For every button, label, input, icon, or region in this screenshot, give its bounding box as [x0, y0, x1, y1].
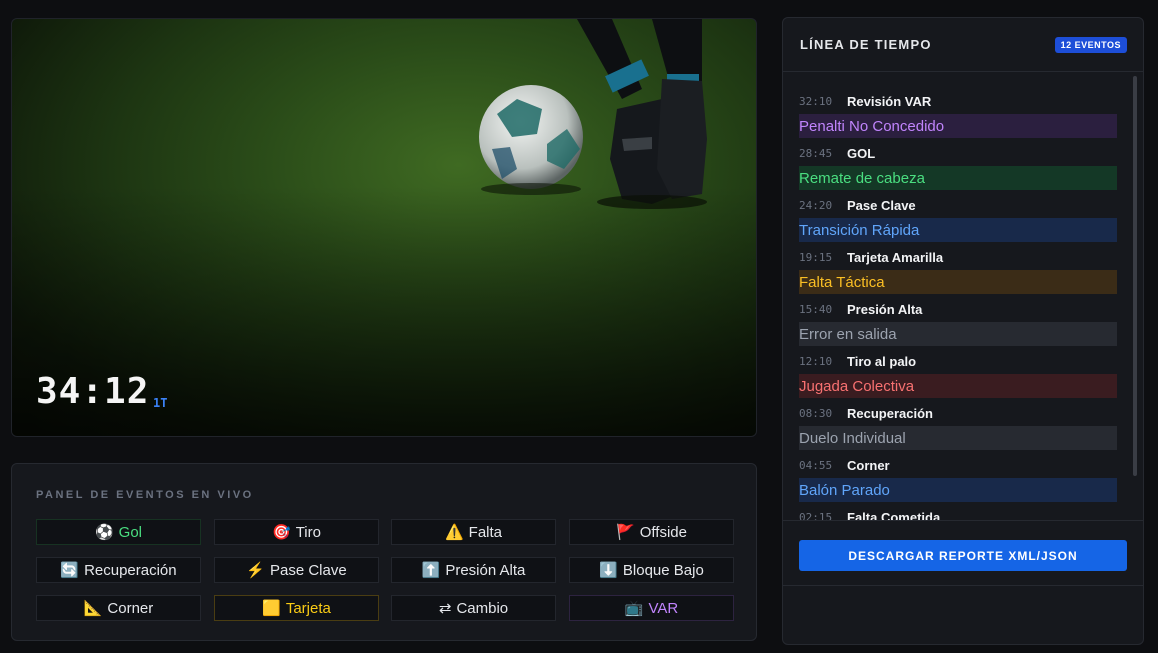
event-button-label: Tiro [295, 523, 321, 541]
event-tag: Penalti No Concedido [799, 114, 1117, 138]
timeline-event[interactable]: 12:10 Tiro al palo [799, 348, 1117, 374]
event-name: Recuperación [847, 405, 933, 421]
event-name: Tiro al palo [847, 353, 917, 369]
timeline-event[interactable]: 08:30 Recuperación [799, 400, 1117, 426]
timeline-event[interactable]: 19:15 Tarjeta Amarilla [799, 244, 1117, 270]
event-time: 08:30 [799, 406, 833, 420]
event-time: 19:15 [799, 250, 833, 264]
event-time: 24:20 [799, 198, 833, 212]
event-time: 32:10 [799, 94, 833, 108]
video-player[interactable]: 34:12 1T [11, 18, 757, 437]
event-tag: Error en salida [799, 322, 1117, 346]
refresh-icon: 🔄 [60, 562, 80, 579]
event-time: 12:10 [799, 354, 833, 368]
timeline-event[interactable]: 32:10 Revisión VAR [799, 88, 1117, 114]
arrow-up-icon: ⬆️ [421, 562, 441, 579]
timeline-footer: DESCARGAR REPORTE XML/JSON [783, 520, 1143, 586]
event-time: 28:45 [799, 146, 833, 160]
event-button-label: Pase Clave [269, 561, 347, 579]
lightning-icon: ⚡ [246, 562, 265, 579]
tv-icon: 📺 [624, 600, 644, 617]
timeline-event[interactable]: 28:45 GOL [799, 140, 1117, 166]
event-button-pase-clave[interactable]: ⚡ Pase Clave [214, 557, 379, 583]
event-button-label: Falta [468, 523, 503, 541]
timeline-event[interactable]: 24:20 Pase Clave [799, 192, 1117, 218]
match-half-label: 1T [153, 396, 168, 410]
event-tag: Falta Táctica [799, 270, 1117, 294]
event-button-bloque-bajo[interactable]: ⬇️ Bloque Bajo [569, 557, 734, 583]
swap-icon: ⇄ [438, 600, 452, 617]
event-button-label: Recuperación [84, 561, 177, 579]
yellow-card-icon: 🟨 [262, 600, 281, 617]
event-button-label: Presión Alta [445, 561, 526, 579]
triangle-ruler-icon: 📐 [83, 600, 103, 617]
event-button-recuperacion[interactable]: 🔄 Recuperación [36, 557, 201, 583]
event-time: 15:40 [799, 302, 833, 316]
event-name: Revisión VAR [847, 93, 932, 109]
timeline-scrollbar[interactable] [1133, 76, 1137, 476]
timeline-header: LÍNEA DE TIEMPO 12 EVENTOS [783, 18, 1143, 72]
timeline-event[interactable]: 04:55 Corner [799, 452, 1117, 478]
event-tag: Duelo Individual [799, 426, 1117, 450]
timeline-title: LÍNEA DE TIEMPO [800, 37, 932, 52]
event-name: Tarjeta Amarilla [847, 249, 944, 265]
timeline-event[interactable]: 02:15 Falta Cometida [799, 504, 1117, 521]
event-button-var[interactable]: 📺 VAR [569, 595, 734, 621]
event-button-tiro[interactable]: 🎯 Tiro [214, 519, 379, 545]
event-button-cambio[interactable]: ⇄ Cambio [391, 595, 556, 621]
event-button-label: Corner [107, 599, 154, 617]
download-report-button[interactable]: DESCARGAR REPORTE XML/JSON [799, 540, 1127, 571]
flag-icon: 🚩 [616, 524, 635, 541]
event-tag: Remate de cabeza [799, 166, 1117, 190]
event-name: Presión Alta [847, 301, 923, 317]
match-clock: 34:12 [36, 371, 150, 412]
timeline-event[interactable]: 15:40 Presión Alta [799, 296, 1117, 322]
arrow-down-icon: ⬇️ [599, 562, 618, 579]
event-button-label: Offside [639, 523, 687, 541]
live-events-panel: PANEL DE EVENTOS EN VIVO ⚽ Gol 🎯 Tiro ⚠️… [11, 463, 757, 641]
event-button-presion-alta[interactable]: ⬆️ Presión Alta [391, 557, 556, 583]
event-button-gol[interactable]: ⚽ Gol [36, 519, 201, 545]
event-name: Pase Clave [847, 197, 916, 213]
timeline-list[interactable]: 32:10 Revisión VAR Penalti No Concedido … [799, 88, 1117, 520]
event-button-label: Tarjeta [285, 599, 331, 617]
event-name: GOL [847, 145, 876, 161]
event-tag: Transición Rápida [799, 218, 1117, 242]
event-time: 02:15 [799, 510, 833, 521]
event-time: 04:55 [799, 458, 833, 472]
event-name: Corner [847, 457, 890, 473]
event-button-label: Gol [118, 523, 143, 541]
event-button-label: Cambio [456, 599, 509, 617]
event-button-tarjeta[interactable]: 🟨 Tarjeta [214, 595, 379, 621]
event-name: Falta Cometida [847, 509, 941, 521]
event-count-badge: 12 EVENTOS [1054, 37, 1127, 53]
event-tag: Jugada Colectiva [799, 374, 1117, 398]
panel-title: PANEL DE EVENTOS EN VIVO [36, 489, 254, 501]
event-button-falta[interactable]: ⚠️ Falta [391, 519, 556, 545]
event-button-label: Bloque Bajo [622, 561, 704, 579]
timeline-panel: LÍNEA DE TIEMPO 12 EVENTOS 32:10 Revisió… [782, 17, 1144, 645]
warning-icon: ⚠️ [444, 524, 464, 541]
event-button-corner[interactable]: 📐 Corner [36, 595, 201, 621]
target-icon: 🎯 [272, 524, 291, 541]
event-button-label: VAR [648, 599, 679, 617]
event-tag: Balón Parado [799, 478, 1117, 502]
soccer-ball-icon: ⚽ [94, 524, 114, 541]
event-button-offside[interactable]: 🚩 Offside [569, 519, 734, 545]
